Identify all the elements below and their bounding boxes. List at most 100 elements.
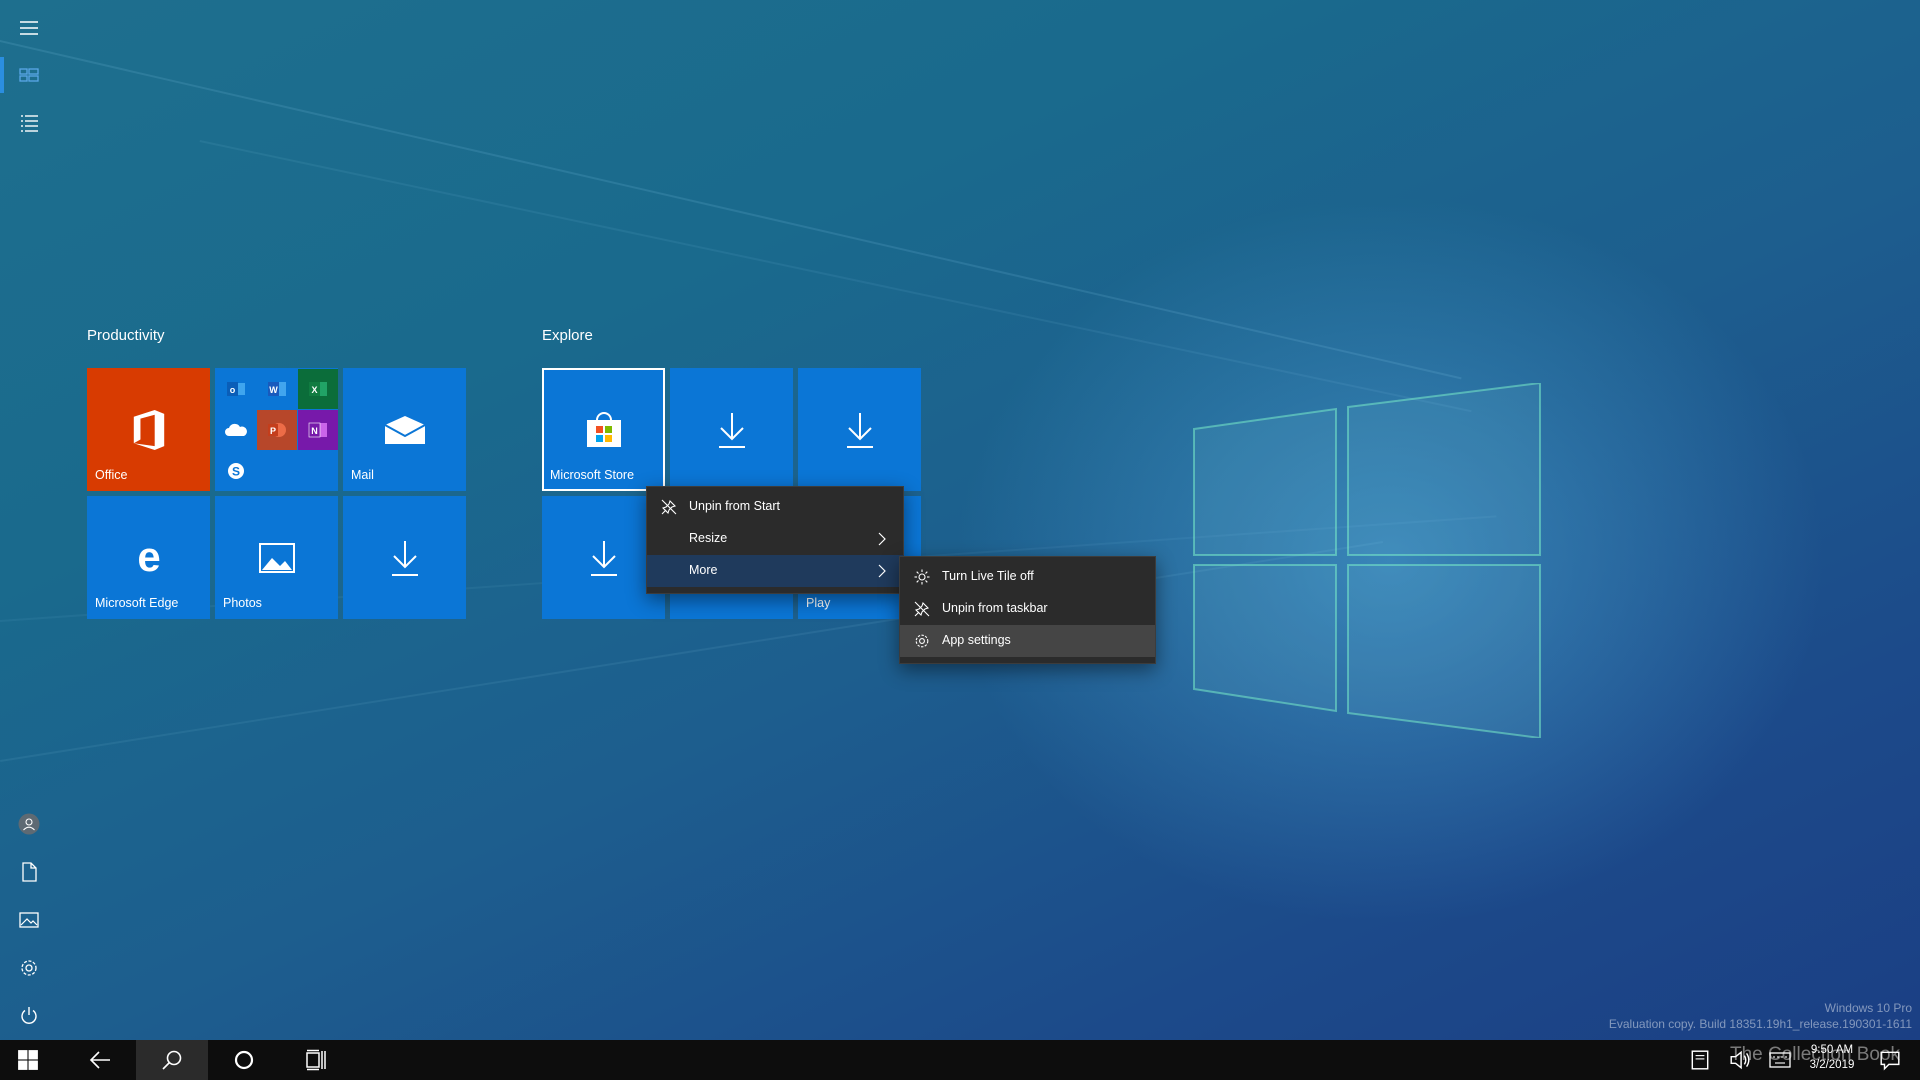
- download-icon: [718, 412, 745, 448]
- word-mini: W: [257, 369, 297, 409]
- onenote-mini: N: [298, 410, 338, 450]
- svg-text:o: o: [230, 385, 236, 395]
- back-button[interactable]: [64, 1040, 136, 1080]
- onenote-icon: N: [308, 422, 327, 438]
- tile-label: Microsoft Edge: [95, 596, 179, 610]
- pictures-button[interactable]: [0, 896, 58, 944]
- svg-text:W: W: [269, 385, 278, 395]
- menu-item-resize[interactable]: Resize: [647, 523, 903, 555]
- outlook-mini: o: [216, 369, 256, 409]
- search-button[interactable]: [136, 1040, 208, 1080]
- powerpoint-icon: P: [268, 423, 286, 437]
- tile-label: Play: [806, 596, 831, 610]
- picture-icon: [19, 912, 39, 928]
- chevron-right-icon: [878, 532, 886, 546]
- tile-label: Photos: [223, 596, 262, 610]
- store-icon: [586, 411, 621, 447]
- brand-watermark: The Collection Book: [1730, 1044, 1901, 1065]
- avatar-icon: [18, 813, 40, 835]
- expand-menu-button[interactable]: [0, 4, 58, 52]
- start-left-rail: [0, 0, 58, 1040]
- skype-mini: S: [216, 451, 256, 491]
- mail-icon: [384, 415, 425, 444]
- tile-pending-download[interactable]: [798, 368, 921, 491]
- chevron-right-icon: [878, 564, 886, 578]
- menu-item-label: Unpin from taskbar: [942, 601, 1048, 615]
- taskbar-tray-app-button[interactable]: [1680, 1040, 1720, 1080]
- tile-microsoft-store[interactable]: Microsoft Store: [542, 368, 665, 491]
- word-icon: W: [268, 382, 286, 396]
- menu-item-label: Resize: [689, 531, 728, 545]
- excel-mini: X: [298, 369, 338, 409]
- windows-logo-icon: [18, 1050, 38, 1070]
- tile-office-apps-folder[interactable]: o W X P N S: [215, 368, 338, 491]
- tiles-icon: [19, 68, 39, 82]
- svg-text:X: X: [311, 385, 317, 395]
- tile-pending-download[interactable]: [670, 368, 793, 491]
- edge-icon: e: [137, 538, 160, 578]
- tile-label: Mail: [351, 468, 374, 482]
- search-icon: [162, 1050, 182, 1070]
- gear-icon: [915, 634, 929, 648]
- menu-item-unpin-from-start[interactable]: Unpin from Start: [647, 491, 903, 523]
- power-button[interactable]: [0, 992, 58, 1040]
- menu-item-label: Turn Live Tile off: [942, 569, 1034, 583]
- photos-icon: [258, 542, 295, 573]
- menu-item-turn-live-tile-off[interactable]: Turn Live Tile off: [900, 561, 1155, 593]
- unpin-icon: [914, 601, 930, 617]
- download-icon: [846, 412, 873, 448]
- onedrive-mini: [216, 410, 256, 450]
- skype-icon: S: [228, 463, 244, 479]
- tile-photos[interactable]: Photos: [215, 496, 338, 619]
- tile-microsoft-edge[interactable]: e Microsoft Edge: [87, 496, 210, 619]
- hamburger-icon: [20, 21, 38, 35]
- outlook-icon: o: [227, 382, 245, 396]
- live-tile-icon: [914, 569, 930, 585]
- tile-office[interactable]: Office: [87, 368, 210, 491]
- menu-item-label: App settings: [942, 633, 1011, 647]
- group-title-explore[interactable]: Explore: [542, 327, 593, 344]
- download-icon: [590, 540, 617, 576]
- powerpoint-mini: P: [257, 410, 297, 450]
- menu-item-label: More: [689, 563, 718, 577]
- menu-item-unpin-from-taskbar[interactable]: Unpin from taskbar: [900, 593, 1155, 625]
- task-view-button[interactable]: [280, 1040, 352, 1080]
- more-submenu: Turn Live Tile off Unpin from taskbar Ap…: [899, 556, 1156, 664]
- power-icon: [21, 1007, 37, 1024]
- watermark-build: Evaluation copy. Build 18351.19h1_releas…: [1608, 1017, 1912, 1031]
- tile-pending-download[interactable]: [343, 496, 466, 619]
- menu-item-label: Unpin from Start: [689, 499, 781, 513]
- group-title-productivity[interactable]: Productivity: [87, 327, 165, 344]
- document-icon: [22, 862, 37, 882]
- documents-button[interactable]: [0, 848, 58, 896]
- unpin-icon: [661, 499, 677, 515]
- svg-text:S: S: [232, 465, 240, 479]
- tile-context-menu: Unpin from Start Resize More: [646, 486, 904, 594]
- start-button[interactable]: [0, 1040, 56, 1080]
- cortana-icon: [234, 1050, 254, 1070]
- cortana-button[interactable]: [208, 1040, 280, 1080]
- light-beam: [0, 40, 1462, 380]
- task-view-icon: [306, 1049, 326, 1071]
- watermark-edition: Windows 10 Pro: [1824, 1001, 1912, 1015]
- user-account-button[interactable]: [0, 800, 58, 848]
- svg-text:N: N: [311, 426, 318, 436]
- tablet-icon: [1691, 1050, 1709, 1070]
- onedrive-icon: [225, 423, 247, 436]
- tile-label: Office: [95, 468, 128, 482]
- menu-item-more[interactable]: More: [647, 555, 903, 587]
- gear-icon: [21, 960, 37, 976]
- tile-label: Microsoft Store: [550, 468, 635, 482]
- svg-text:e: e: [137, 538, 160, 578]
- list-icon: [21, 115, 38, 132]
- svg-text:P: P: [270, 426, 276, 436]
- office-icon: [133, 409, 164, 450]
- settings-button[interactable]: [0, 944, 58, 992]
- build-watermark: Windows 10 Pro Evaluation copy. Build 18…: [1609, 1000, 1912, 1032]
- excel-icon: X: [309, 382, 327, 396]
- pinned-tiles-button[interactable]: [0, 51, 58, 99]
- tile-mail[interactable]: Mail: [343, 368, 466, 491]
- download-icon: [391, 540, 418, 576]
- menu-item-app-settings[interactable]: App settings: [900, 625, 1155, 657]
- all-apps-button[interactable]: [0, 99, 58, 147]
